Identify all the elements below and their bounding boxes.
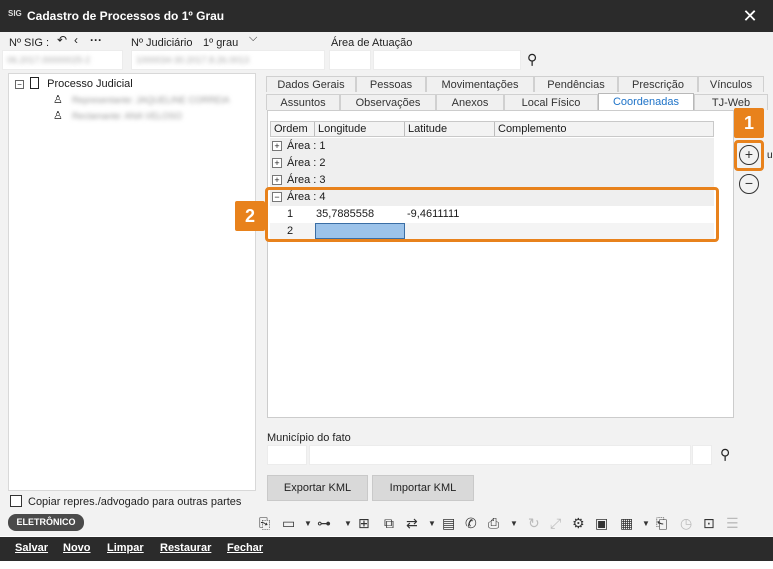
- import-kml-button[interactable]: Importar KML: [372, 475, 474, 501]
- side-label: u: [767, 150, 773, 161]
- image-icon[interactable]: ▣: [595, 515, 608, 532]
- sig-input[interactable]: 06.2017.00000025-2: [2, 50, 123, 70]
- chevron-down-icon[interactable]: ⌵: [249, 32, 257, 45]
- hierarchy-icon[interactable]: ⊞: [358, 515, 370, 532]
- tab-vinculos[interactable]: Vínculos: [698, 76, 764, 92]
- list-icon: ☰: [726, 515, 739, 531]
- bottom-toolbar: ⎘ ▭ ▼ ⊶ ▼ ⊞ ⧉ ⇄ ▼ ▤ ✆ ⎙ ▼ ↻ ⤢ ⚙ ▣ ▦ ▼ ⎗ …: [0, 510, 773, 536]
- expand-icon[interactable]: +: [272, 141, 282, 151]
- tab-prescricao[interactable]: Prescrição: [618, 76, 698, 92]
- dropdown-arrow-icon[interactable]: ▼: [642, 519, 650, 528]
- expand-icon[interactable]: +: [272, 175, 282, 185]
- column-separator: [314, 122, 315, 136]
- area-label: Área : 2: [287, 157, 326, 169]
- remove-icon[interactable]: −: [739, 174, 759, 194]
- tab-pendencias[interactable]: Pendências: [534, 76, 618, 92]
- col-ordem[interactable]: Ordem: [274, 123, 308, 135]
- add-icon[interactable]: +: [739, 145, 759, 165]
- dropdown-arrow-icon[interactable]: ▼: [428, 519, 436, 528]
- judiciario-input[interactable]: 1000034-30.2017.8.26.0013: [131, 50, 325, 70]
- process-tree: − Processo Judicial ♙ Representante: JAQ…: [8, 73, 256, 491]
- tab-pessoas[interactable]: Pessoas: [356, 76, 426, 92]
- app-icon: SIG: [8, 9, 22, 18]
- tab-anexos[interactable]: Anexos: [436, 94, 504, 110]
- grid-header: Ordem Longitude Latitude Complemento: [270, 121, 714, 137]
- document-icon: [30, 77, 40, 89]
- municipio-label: Município do fato: [267, 432, 351, 444]
- area-group-row[interactable]: + Área : 1: [270, 138, 714, 155]
- tree-root[interactable]: − Processo Judicial: [15, 77, 133, 93]
- municipio-extra-input[interactable]: [692, 445, 712, 465]
- add-document-icon[interactable]: ⎘: [259, 515, 270, 532]
- export-kml-button[interactable]: Exportar KML: [267, 475, 368, 501]
- tab-movimentacoes[interactable]: Movimentações: [426, 76, 534, 92]
- person-icon: ♙: [53, 94, 63, 106]
- collapse-icon[interactable]: −: [15, 80, 24, 89]
- tree-child-2[interactable]: ♙ Reclamante: ANA VELOSO: [53, 109, 182, 125]
- settings-icon[interactable]: ⚙: [572, 515, 585, 532]
- copy-checkbox-label: Copiar repres./advogado para outras part…: [28, 496, 242, 508]
- municipio-code-input[interactable]: [267, 445, 307, 465]
- person-icon: ♙: [53, 110, 63, 122]
- eletronico-badge: ELETRÔNICO: [8, 514, 84, 531]
- tab-dados-gerais[interactable]: Dados Gerais: [266, 76, 356, 92]
- municipio-input[interactable]: [309, 445, 691, 465]
- dropdown-arrow-icon[interactable]: ▼: [344, 519, 352, 528]
- tab-local-fisico[interactable]: Local Físico: [504, 94, 598, 110]
- area-atuacao-label: Área de Atuação: [331, 37, 413, 49]
- search-icon[interactable]: ⚲: [527, 51, 537, 68]
- phone-icon[interactable]: ✆: [465, 515, 477, 532]
- badge-1: 1: [734, 108, 764, 138]
- area-atuacao-input[interactable]: [373, 50, 521, 70]
- col-longitude[interactable]: Longitude: [318, 123, 366, 135]
- tree-child-1[interactable]: ♙ Representante: JAQUELINE CORREIA: [53, 93, 230, 109]
- clear-button[interactable]: Limpar: [107, 542, 144, 554]
- window-title: Cadastro de Processos do 1º Grau: [27, 9, 225, 23]
- undo-icon[interactable]: ↶: [57, 33, 67, 47]
- back-arrow-icon[interactable]: ‹: [74, 33, 78, 47]
- copy-checkbox[interactable]: [10, 495, 22, 507]
- action-bar: Salvar Novo Limpar Restaurar Fechar: [0, 537, 773, 561]
- calendar-icon[interactable]: ▦: [620, 515, 633, 532]
- tree-icon[interactable]: ⊶: [317, 515, 331, 532]
- tree-root-label: Processo Judicial: [47, 78, 133, 90]
- tab-coordenadas[interactable]: Coordenadas: [598, 93, 694, 111]
- area-code-input[interactable]: [329, 50, 371, 70]
- dropdown-arrow-icon[interactable]: ▼: [510, 519, 518, 528]
- print-icon[interactable]: ⎙: [488, 515, 499, 532]
- documents-icon[interactable]: ▤: [442, 515, 455, 532]
- search-icon[interactable]: ⚲: [720, 446, 730, 463]
- area-label: Área : 3: [287, 174, 326, 186]
- grau-label: 1º grau: [203, 37, 239, 49]
- new-record-icon[interactable]: ⊡: [703, 515, 715, 532]
- expand-icon: ⤢: [550, 515, 562, 531]
- folder-icon[interactable]: ▭: [282, 515, 295, 532]
- more-icon[interactable]: ···: [90, 33, 102, 47]
- area-group-row[interactable]: + Área : 2: [270, 155, 714, 172]
- dropdown-arrow-icon[interactable]: ▼: [304, 519, 312, 528]
- sig-label: Nº SIG :: [9, 37, 50, 49]
- close-action-button[interactable]: Fechar: [227, 542, 263, 554]
- highlight-box-2: [265, 187, 719, 242]
- transfer-icon[interactable]: ⇄: [406, 515, 418, 532]
- close-button[interactable]: ✕: [737, 4, 763, 28]
- history-icon: ◷: [680, 515, 693, 531]
- tab-observacoes[interactable]: Observações: [340, 94, 436, 110]
- tab-assuntos[interactable]: Assuntos: [266, 94, 340, 110]
- badge-2: 2: [235, 201, 265, 231]
- attachment-icon[interactable]: ⎗: [656, 515, 667, 532]
- area-label: Área : 1: [287, 140, 326, 152]
- column-separator: [494, 122, 495, 136]
- column-separator: [404, 122, 405, 136]
- title-bar: SIG Cadastro de Processos do 1º Grau ✕: [0, 0, 773, 32]
- refresh-icon: ↻: [528, 515, 540, 531]
- judiciario-label: Nº Judiciário: [131, 37, 193, 49]
- save-button[interactable]: Salvar: [15, 542, 48, 554]
- new-button[interactable]: Novo: [63, 542, 91, 554]
- copy-icon[interactable]: ⧉: [384, 515, 394, 532]
- col-complemento[interactable]: Complemento: [498, 123, 566, 135]
- col-latitude[interactable]: Latitude: [408, 123, 447, 135]
- expand-icon[interactable]: +: [272, 158, 282, 168]
- restore-button[interactable]: Restaurar: [160, 542, 211, 554]
